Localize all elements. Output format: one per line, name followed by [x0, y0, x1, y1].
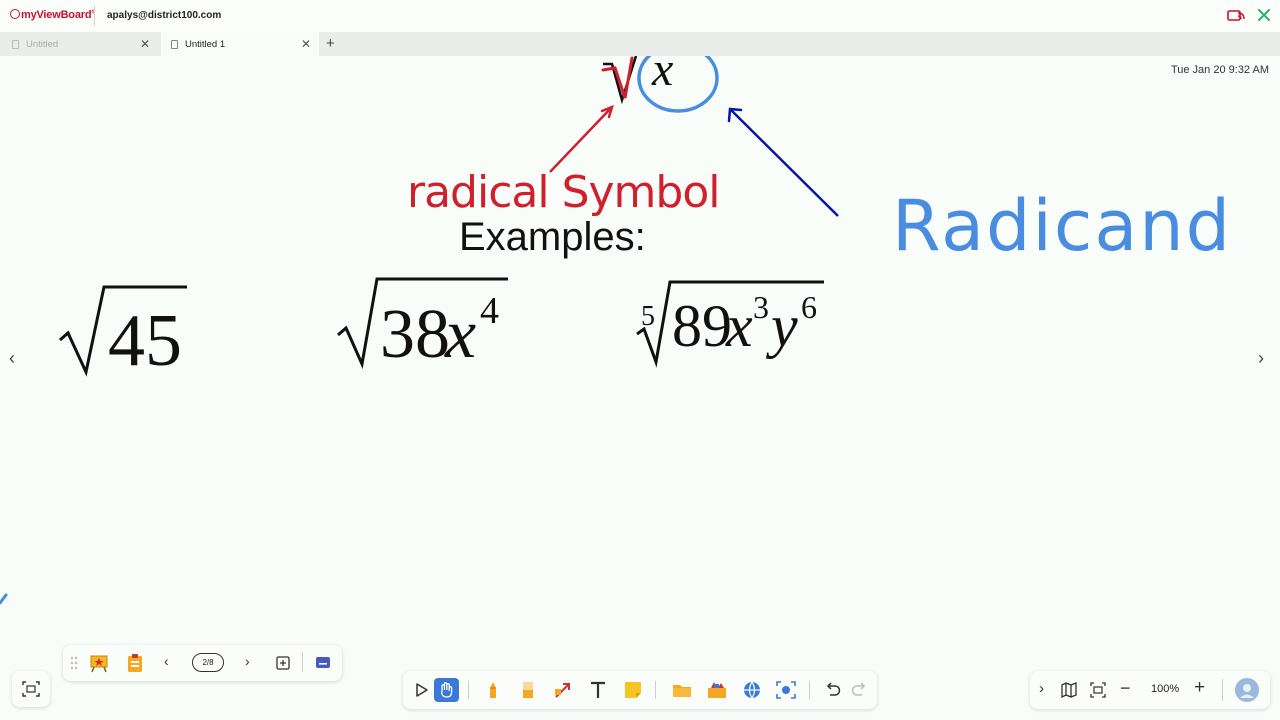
account-email[interactable]: apalys@district100.com [107, 10, 221, 21]
example-2-coefficient: 38 [380, 296, 450, 373]
whiteboard-drawing: x radical Symbol Radicand Examples: 45 3… [0, 56, 1232, 605]
example-2-exponent: 4 [480, 290, 499, 332]
cast-icon[interactable] [1227, 9, 1245, 23]
globe-icon[interactable] [741, 680, 763, 700]
tool-box-icon[interactable] [706, 680, 728, 700]
example-3-exponent-y: 6 [801, 289, 817, 325]
avatar-icon[interactable] [1235, 678, 1259, 702]
tab-untitled[interactable]: Untitled ✕ [0, 32, 158, 56]
toolbar-separator [1222, 679, 1223, 701]
document-icon [171, 39, 178, 49]
keyboard-icon[interactable] [315, 656, 331, 669]
next-page-arrow[interactable]: › [1258, 348, 1264, 369]
capture-button[interactable] [12, 671, 50, 707]
example-3-variable-y: y [765, 293, 798, 359]
toolbar-separator [655, 681, 656, 699]
tab-untitled-1[interactable]: Untitled 1 ✕ [161, 32, 319, 56]
red-arrow [549, 107, 612, 173]
folder-icon[interactable] [671, 680, 693, 700]
pen-icon[interactable] [482, 680, 504, 700]
collapse-icon[interactable]: › [1039, 680, 1044, 697]
tab-close-icon[interactable]: ✕ [140, 37, 150, 51]
logo-mark-icon [10, 9, 20, 19]
example-3-variable-x: x [725, 293, 753, 359]
screenshot-icon[interactable] [775, 680, 797, 700]
annotation-radicand: Radicand [892, 185, 1232, 267]
whiteboard-canvas[interactable]: x radical Symbol Radicand Examples: 45 3… [0, 56, 1280, 720]
capture-icon [22, 681, 40, 697]
example-3-coefficient: 89 [672, 293, 732, 359]
previous-page-arrow[interactable]: ‹ [9, 348, 15, 369]
document-icon [12, 39, 19, 49]
example-2-variable: x [444, 296, 476, 373]
new-tab-button[interactable]: + [326, 35, 335, 52]
fit-screen-icon[interactable] [1090, 682, 1106, 698]
map-icon[interactable] [1061, 682, 1077, 698]
title-divider [94, 6, 95, 26]
prev-page-button[interactable]: ‹ [164, 653, 169, 669]
example-3-exponent-x: 3 [753, 289, 769, 325]
next-page-button[interactable]: › [245, 653, 250, 669]
page-toolbar: ‹ 2/8 › [63, 645, 342, 681]
zoom-in-icon[interactable]: + [1194, 677, 1205, 699]
tab-label: Untitled [26, 38, 59, 50]
main-toolbar [403, 671, 877, 709]
eraser-icon[interactable] [517, 680, 539, 700]
page-indicator[interactable]: 2/8 [192, 653, 224, 672]
toolbar-separator [809, 681, 810, 699]
stray-ink-mark [0, 593, 8, 605]
logo-text: myViewBoard [21, 9, 92, 21]
toolbar-separator [468, 681, 469, 699]
zoom-out-icon[interactable]: − [1120, 678, 1131, 699]
clipboard-icon[interactable] [126, 653, 144, 673]
blue-arrow [730, 109, 839, 217]
redo-icon[interactable] [848, 680, 870, 700]
close-app-icon[interactable] [1256, 7, 1272, 23]
add-page-icon[interactable] [276, 656, 290, 670]
text-icon[interactable] [587, 680, 609, 700]
presentation-icon[interactable] [89, 653, 109, 673]
shape-arrow-icon[interactable] [552, 680, 574, 700]
top-radicand-x: x [651, 56, 673, 96]
tab-label: Untitled 1 [185, 38, 226, 50]
app-logo[interactable]: myViewBoard® [10, 9, 95, 21]
annotation-radical-symbol: radical Symbol [407, 167, 719, 218]
undo-icon[interactable] [822, 680, 844, 700]
zoom-level[interactable]: 100% [1151, 683, 1179, 695]
example-3-index: 5 [641, 301, 655, 332]
clock: Tue Jan 20 9:32 AM [1170, 64, 1269, 76]
toolbar-separator [302, 652, 303, 672]
example-1-radicand: 45 [108, 300, 182, 382]
select-icon[interactable] [411, 680, 433, 700]
sticky-note-icon[interactable] [622, 680, 644, 700]
drag-handle-icon[interactable] [70, 656, 78, 670]
tab-close-icon[interactable]: ✕ [301, 37, 311, 51]
hand-icon[interactable] [434, 678, 459, 702]
tab-bar: Untitled ✕ Untitled 1 ✕ + [0, 32, 1280, 56]
radicand-circle [637, 56, 719, 113]
examples-heading: Examples: [459, 215, 646, 259]
zoom-toolbar: › − 100% + [1030, 671, 1270, 709]
title-bar: myViewBoard® apalys@district100.com [0, 0, 1280, 32]
